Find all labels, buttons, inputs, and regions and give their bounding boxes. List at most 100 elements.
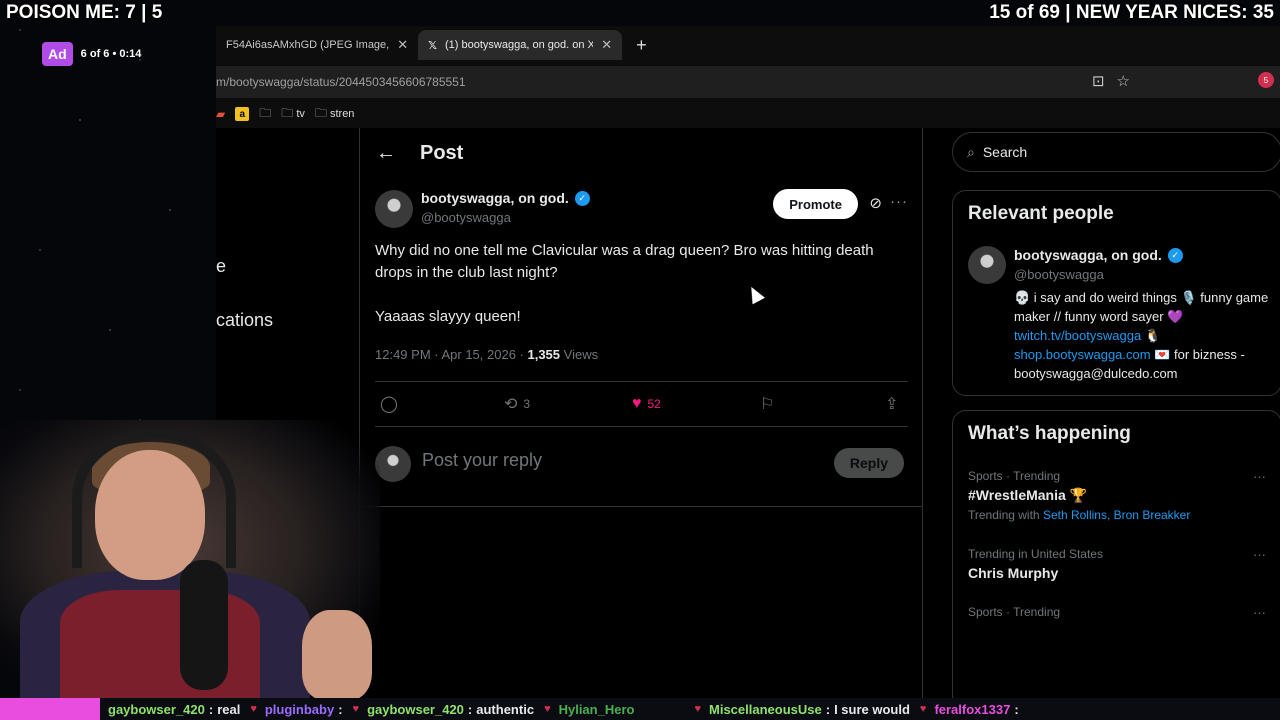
- post-timestamp[interactable]: 12:49 PM · Apr 15, 2026 ·: [375, 347, 527, 362]
- toolbar-icons: ⊡ ☆: [1092, 72, 1130, 90]
- page-title: Post: [420, 141, 464, 164]
- headphones-icon: [72, 428, 236, 568]
- address-bar[interactable]: m/bootyswagga/status/2044503456606785551: [216, 75, 466, 89]
- chat-username: gaybowser_420: [367, 701, 464, 717]
- avatar[interactable]: [968, 246, 1006, 284]
- chat-username: MiscellaneousUse: [709, 701, 822, 717]
- poison-counter: POISON ME: 7 | 5: [6, 2, 163, 23]
- chat-message: feralfox1337 :: [934, 701, 1019, 717]
- streamer-hand: [302, 610, 372, 700]
- back-arrow-icon[interactable]: ←: [376, 142, 396, 165]
- relevant-people-card: Relevant people bootyswagga, on god. ✓ @…: [952, 190, 1280, 396]
- avatar[interactable]: [375, 190, 413, 228]
- close-icon[interactable]: ✕: [601, 37, 612, 53]
- chat-username: gaybowser_420: [108, 701, 205, 717]
- post-body: Why did no one tell me Clavicular was a …: [375, 240, 882, 328]
- tab-jpeg-image[interactable]: F54Ai6asAMxhGD (JPEG Image, ✕: [216, 30, 418, 60]
- post-header: ← Post: [360, 128, 922, 178]
- more-options-icon[interactable]: ···: [890, 193, 908, 210]
- whats-happening-card: What’s happening Sports · Trending #Wres…: [952, 410, 1280, 698]
- verified-badge-icon: ✓: [574, 190, 590, 206]
- stream-overlay-top: POISON ME: 7 | 5 15 of 69 | NEW YEAR NIC…: [0, 0, 1280, 26]
- chat-emote-icon: ♥: [919, 703, 927, 715]
- share-action[interactable]: ⇪: [885, 394, 898, 414]
- search-placeholder: Search: [982, 144, 1028, 160]
- more-options-icon[interactable]: ···: [1253, 469, 1266, 484]
- trend-category: Trending in United States: [968, 547, 1103, 561]
- repost-icon: ⟲: [504, 396, 518, 413]
- reply-button[interactable]: Reply: [833, 448, 904, 478]
- author-handle[interactable]: @bootyswagga: [421, 210, 511, 225]
- chat-emote-icon: ♥: [544, 703, 551, 715]
- divider: [360, 506, 922, 507]
- bookmark-folder-tv[interactable]: 🗀 tv: [281, 104, 305, 125]
- reply-input[interactable]: Post your reply: [422, 450, 542, 471]
- tab-x-post[interactable]: 𝕏 (1) bootyswagga, on god. on X: " ✕: [418, 30, 623, 60]
- x-logo-icon: 𝕏: [428, 39, 438, 52]
- more-options-icon[interactable]: ···: [1253, 547, 1266, 562]
- chat-ticker-accent: [0, 698, 100, 720]
- reply-composer: Post your reply Reply: [375, 446, 904, 482]
- reply-icon: ◯: [380, 396, 398, 413]
- bookmark-favicon-icon[interactable]: ▰: [216, 107, 225, 121]
- trend-related-links[interactable]: Seth Rollins, Bron Breakker: [1043, 508, 1190, 522]
- tab-label: F54Ai6asAMxhGD (JPEG Image,: [226, 39, 390, 51]
- trend-title: #WrestleMania 🏆: [968, 487, 1088, 503]
- bookmark-folder[interactable]: 🗀: [259, 104, 271, 125]
- tab-strip: F54Ai6asAMxhGD (JPEG Image, ✕ 𝕏 (1) boot…: [216, 26, 1280, 62]
- more-options-icon[interactable]: ···: [1253, 605, 1266, 620]
- chat-emote-icon: ♥: [694, 703, 701, 715]
- amazon-bookmark-icon[interactable]: a: [235, 107, 250, 121]
- heart-icon: ♥: [632, 395, 642, 412]
- grok-icon[interactable]: ⊘: [869, 194, 882, 212]
- chat-text: I sure would: [834, 701, 910, 717]
- trend-item[interactable]: Sports · Trending #WrestleMania 🏆 Trendi…: [968, 469, 1266, 522]
- nav-item-explore[interactable]: e: [216, 256, 226, 277]
- search-icon: ⌕: [967, 143, 975, 160]
- post-column: ← Post bootyswagga, on god. ✓ @bootyswag…: [359, 128, 923, 698]
- verified-badge-icon: ✓: [1167, 247, 1183, 263]
- promote-button[interactable]: Promote: [773, 189, 858, 219]
- folder-icon: 🗀: [314, 105, 327, 120]
- reply-action[interactable]: ◯: [380, 394, 404, 414]
- install-app-icon[interactable]: ⊡: [1092, 72, 1105, 90]
- chat-username: Hylian_Hero: [558, 701, 635, 717]
- bookmark-star-icon[interactable]: ☆: [1117, 72, 1130, 90]
- divider: [375, 381, 908, 382]
- chat-message: pluginbaby :: [264, 701, 343, 717]
- extension-badge[interactable]: 5: [1258, 72, 1274, 88]
- trend-item[interactable]: Sports · Trending ···: [968, 605, 1266, 620]
- share-icon: ⇪: [885, 396, 899, 413]
- author-name[interactable]: bootyswagga, on god. ✓: [421, 190, 590, 206]
- post-author-row: bootyswagga, on god. ✓ @bootyswagga Prom…: [375, 188, 908, 232]
- trend-related: Trending with Seth Rollins, Bron Breakke…: [968, 508, 1191, 522]
- chat-message: gaybowser_420 : real: [108, 701, 241, 717]
- new-tab-button[interactable]: +: [636, 35, 647, 56]
- trend-category: Sports · Trending: [968, 605, 1061, 619]
- close-icon[interactable]: ✕: [397, 37, 408, 53]
- shop-link[interactable]: shop.bootyswagga.com: [1014, 347, 1151, 362]
- address-bar-row: m/bootyswagga/status/2044503456606785551…: [216, 66, 1280, 98]
- chat-username: pluginbaby: [264, 701, 335, 717]
- search-input[interactable]: ⌕ Search: [952, 132, 1280, 172]
- chat-ticker: gaybowser_420 : real ♥ pluginbaby : ♥ ga…: [0, 698, 1280, 720]
- new-year-counter: 15 of 69 | NEW YEAR NICES: 35: [989, 2, 1274, 23]
- folder-icon: 🗀: [259, 105, 272, 120]
- like-action[interactable]: ♥ 52: [632, 395, 661, 413]
- chat-message: gaybowser_420 : authentic: [367, 701, 535, 717]
- person-handle[interactable]: @bootyswagga: [1014, 267, 1104, 282]
- microphone-icon: [180, 560, 228, 690]
- repost-action[interactable]: ⟲ 3: [504, 394, 530, 414]
- person-name[interactable]: bootyswagga, on god. ✓: [1014, 247, 1183, 263]
- bookmark-action[interactable]: ⚐: [760, 394, 774, 414]
- bookmark-folder-stren[interactable]: 🗀 stren: [315, 104, 355, 125]
- trend-title: Chris Murphy: [968, 565, 1059, 581]
- folder-icon: 🗀: [281, 105, 294, 120]
- chat-username: feralfox1337: [934, 701, 1011, 717]
- twitch-link[interactable]: twitch.tv/bootyswagga: [1014, 328, 1141, 343]
- post-text-paragraph: Yaaaas slayyy queen!: [375, 308, 521, 325]
- trend-item[interactable]: Trending in United States Chris Murphy ·…: [968, 547, 1266, 581]
- streamer-jersey: [60, 590, 260, 700]
- post-actions: ◯ ⟲ 3 ♥ 52 ⚐ ⇪: [380, 392, 908, 416]
- nav-item-notifications[interactable]: cations: [216, 310, 273, 331]
